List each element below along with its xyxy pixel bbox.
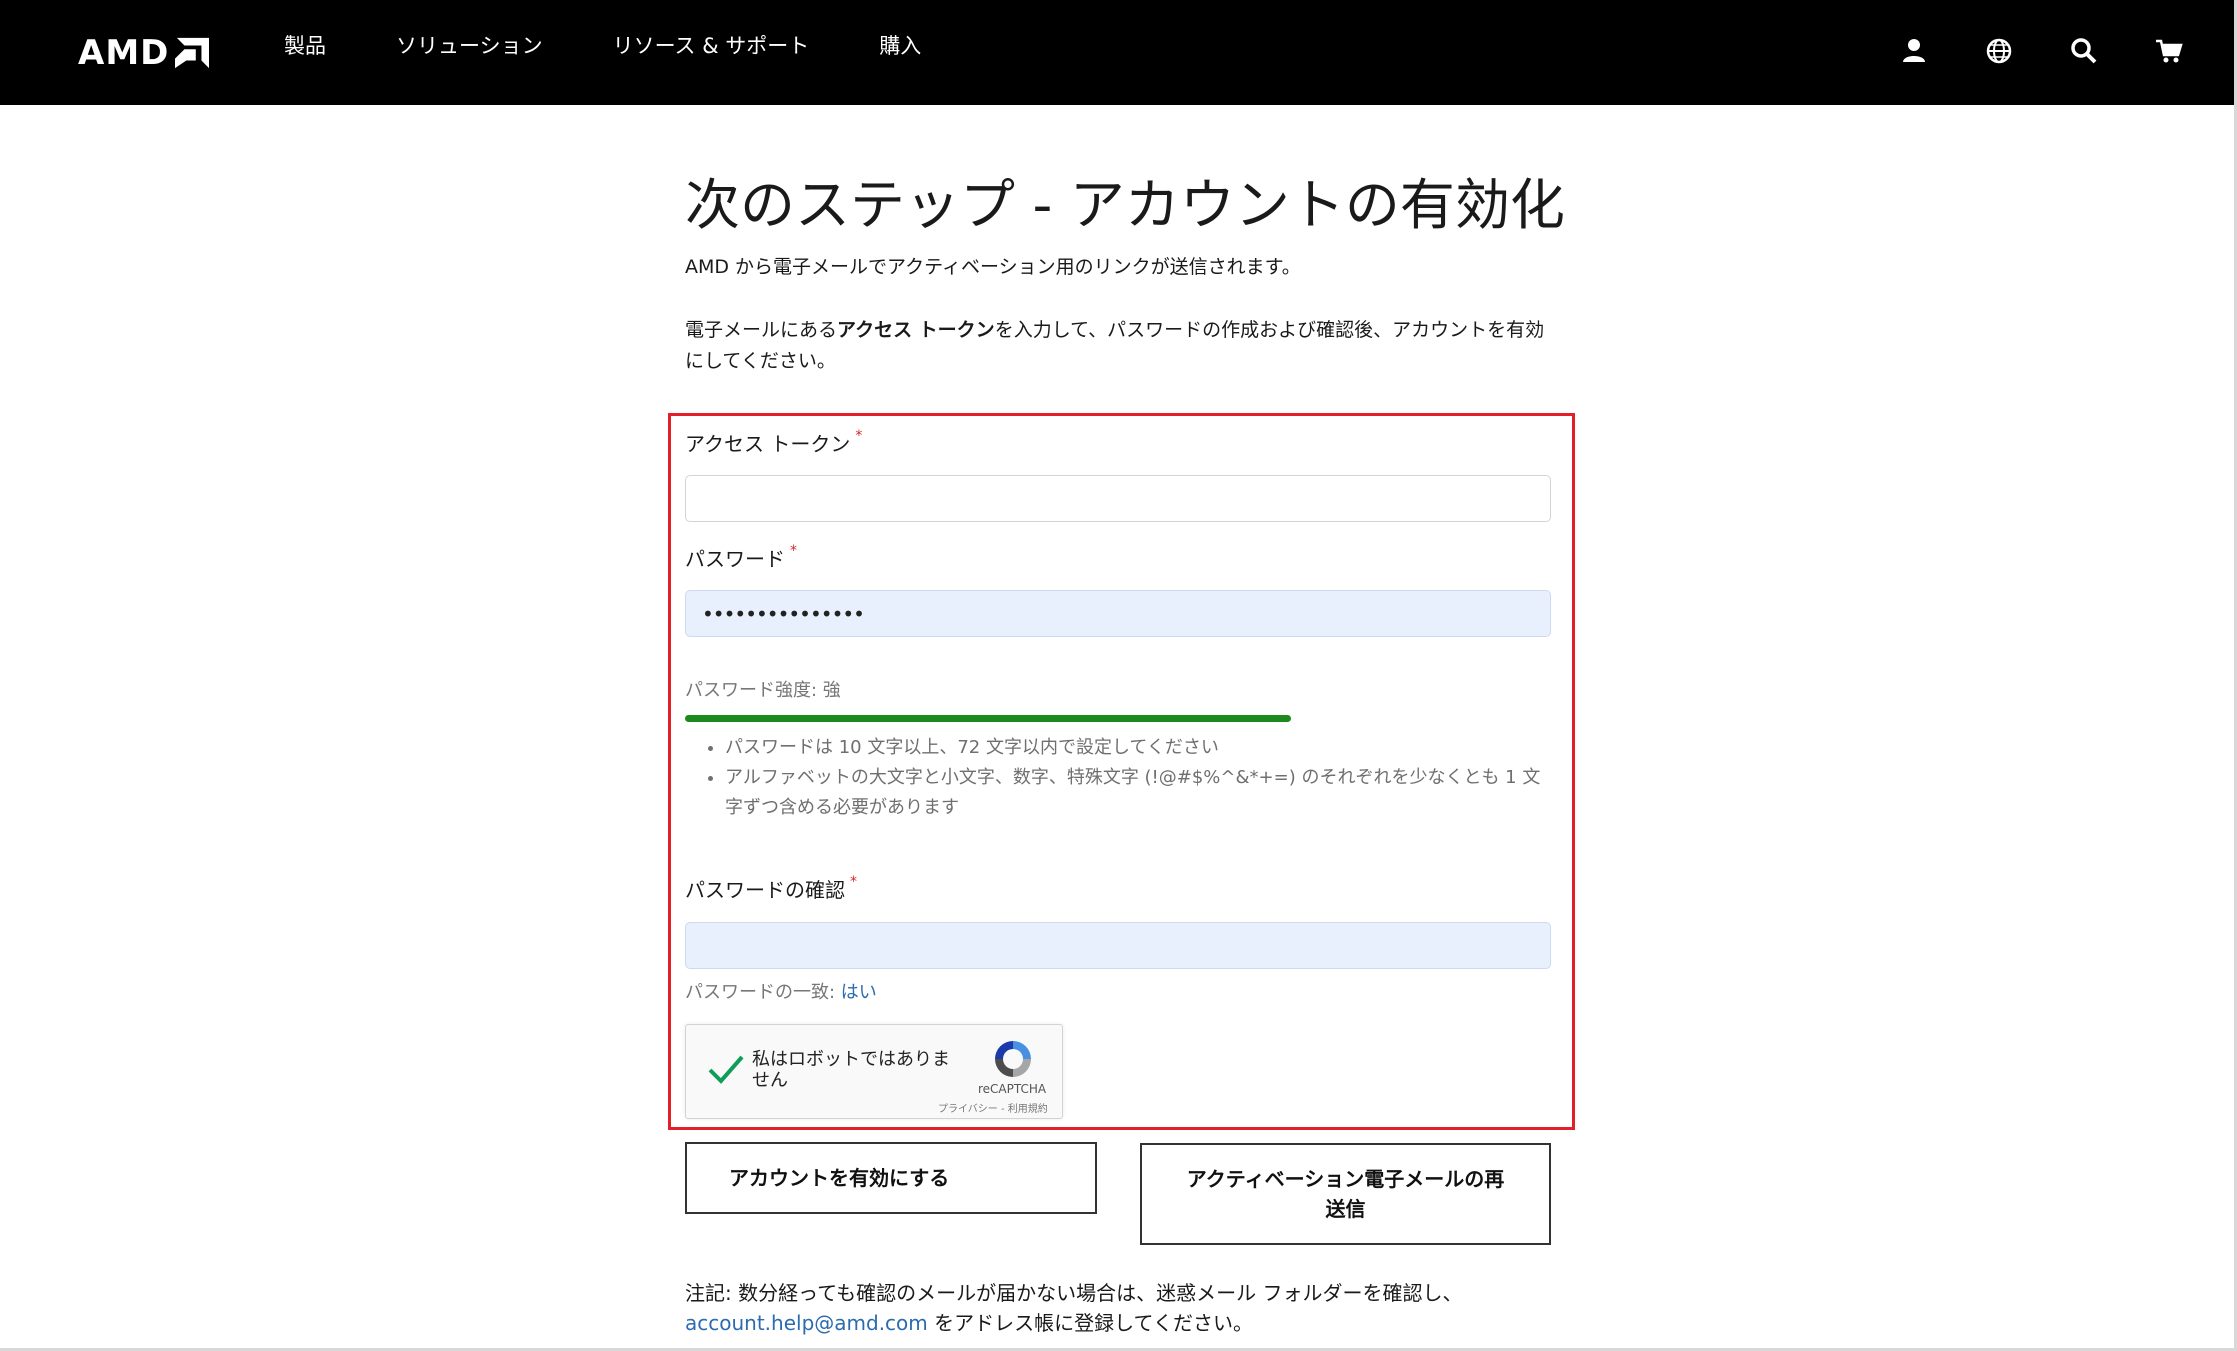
checkmark-icon[interactable] — [706, 1049, 746, 1089]
user-icon[interactable] — [1899, 36, 1929, 66]
main-content: 次のステップ - アカウントの有効化 AMD から電子メールでアクティベーション… — [685, 160, 1565, 372]
instructions-bold: アクセス トークン — [837, 319, 995, 341]
page-title: 次のステップ - アカウントの有効化 — [685, 173, 1565, 237]
recaptcha-label: 私はロボットではありません — [752, 1049, 950, 1091]
access-token-label-text: アクセス トークン — [685, 432, 851, 456]
nav-item-buy[interactable]: 購入 — [879, 30, 921, 60]
recaptcha-brand: reCAPTCHA — [978, 1082, 1047, 1096]
support-email-link[interactable]: account.help@amd.com — [685, 1311, 928, 1335]
logo-text: AMD — [78, 33, 170, 73]
instructions-prefix: 電子メールにある — [685, 319, 838, 341]
cart-icon[interactable] — [2154, 36, 2184, 66]
intro-text: AMD から電子メールでアクティベーション用のリンクが送信されます。 — [685, 256, 1301, 278]
password-rule: アルファベットの大文字と小文字、数字、特殊文字 (!@#$%^&*+=) のそれ… — [725, 763, 1555, 823]
password-label: パスワード * — [685, 543, 797, 572]
activate-account-button[interactable]: アカウントを有効にする — [685, 1142, 1097, 1214]
recaptcha-logo-icon — [995, 1041, 1031, 1077]
globe-icon[interactable] — [1984, 36, 2014, 66]
top-navigation-bar: AMD 製品 ソリューション リソース & サポート 購入 — [0, 0, 2237, 105]
password-input[interactable]: ••••••••••••••• — [685, 590, 1551, 637]
amd-arrow-logo-icon — [175, 37, 210, 69]
required-mark: * — [790, 543, 797, 559]
password-label-text: パスワード — [685, 547, 785, 571]
amd-logo[interactable]: AMD — [78, 33, 211, 73]
resend-activation-email-button[interactable]: アクティベーション電子メールの再送信 — [1140, 1143, 1551, 1245]
password-match-label: パスワードの一致: — [685, 982, 841, 1003]
required-mark: * — [855, 428, 863, 444]
password-strength-label: パスワード強度: 強 — [685, 680, 841, 701]
access-token-input[interactable] — [685, 475, 1551, 522]
confirm-password-input[interactable] — [685, 922, 1551, 969]
footnote: 注記: 数分経っても確認のメールが届かない場合は、迷惑メール フォルダーを確認し… — [685, 1278, 1585, 1338]
required-mark: * — [850, 874, 857, 890]
recaptcha-widget[interactable]: 私はロボットではありません reCAPTCHA プライバシー - 利用規約 — [685, 1024, 1063, 1119]
password-strength-bar — [685, 715, 1292, 722]
password-value: ••••••••••••••• — [702, 601, 865, 626]
nav-item-solutions[interactable]: ソリューション — [396, 30, 543, 60]
nav-item-products[interactable]: 製品 — [284, 30, 326, 60]
password-match-status: パスワードの一致: はい — [685, 978, 877, 1004]
footnote-text: 注記: 数分経っても確認のメールが届かない場合は、迷惑メール フォルダーを確認し… — [685, 1281, 1463, 1305]
search-icon[interactable] — [2069, 36, 2099, 66]
access-token-label: アクセス トークン * — [685, 428, 862, 457]
footnote-suffix: をアドレス帳に登録してください。 — [927, 1311, 1253, 1335]
confirm-password-label-text: パスワードの確認 — [685, 878, 845, 902]
nav-item-resources-support[interactable]: リソース & サポート — [613, 30, 810, 60]
recaptcha-terms-link[interactable]: プライバシー - 利用規約 — [938, 1100, 1048, 1115]
confirm-password-label: パスワードの確認 * — [685, 874, 857, 903]
main-nav: 製品 ソリューション リソース & サポート 購入 — [284, 30, 991, 60]
password-match-value: はい — [840, 982, 877, 1003]
instructions-text: 電子メールにあるアクセス トークンを入力して、パスワードの作成および確認後、アカ… — [685, 315, 1555, 377]
password-rules-list: パスワードは 10 文字以上、72 文字以内で設定してください アルファベットの… — [705, 733, 1555, 823]
header-icons — [1837, 36, 2237, 68]
password-rule: パスワードは 10 文字以上、72 文字以内で設定してください — [725, 733, 1555, 763]
password-strength-fill — [685, 715, 1292, 722]
